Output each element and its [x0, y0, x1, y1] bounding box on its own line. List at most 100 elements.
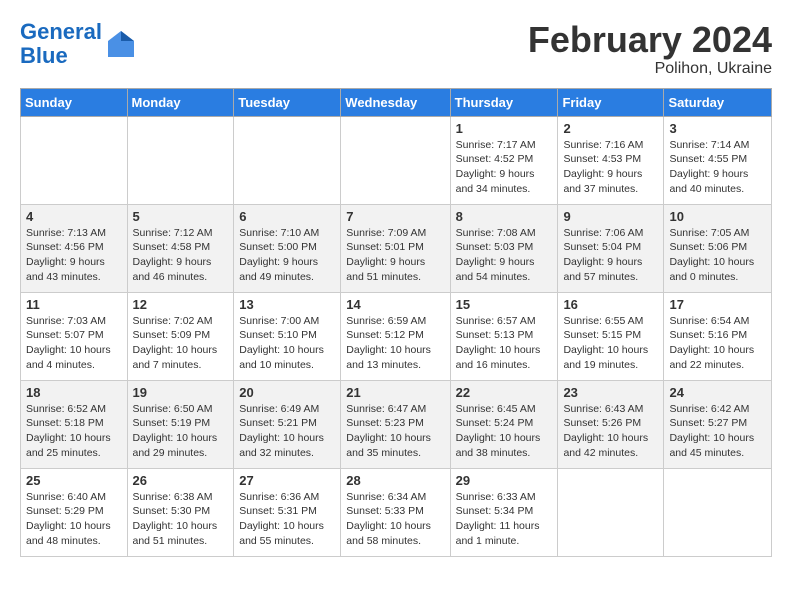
day-number: 7: [346, 209, 444, 224]
weekday-header-sunday: Sunday: [21, 88, 128, 116]
week-row-1: 1 Sunrise: 7:17 AMSunset: 4:52 PMDaylight…: [21, 116, 772, 204]
day-number: 1: [456, 121, 553, 136]
weekday-header-thursday: Thursday: [450, 88, 558, 116]
day-info: Sunrise: 6:54 AMSunset: 5:16 PMDaylight:…: [669, 314, 766, 373]
calendar-title: February 2024: [528, 20, 772, 60]
day-info: Sunrise: 6:42 AMSunset: 5:27 PMDaylight:…: [669, 402, 766, 461]
day-info: Sunrise: 6:38 AMSunset: 5:30 PMDaylight:…: [133, 490, 229, 549]
day-info: Sunrise: 6:47 AMSunset: 5:23 PMDaylight:…: [346, 402, 444, 461]
calendar-cell: 10Sunrise: 7:05 AMSunset: 5:06 PMDayligh…: [664, 204, 772, 292]
calendar-cell: [664, 468, 772, 556]
day-info: Sunrise: 6:50 AMSunset: 5:19 PMDaylight:…: [133, 402, 229, 461]
calendar-cell: 20 Sunrise: 6:49 AMSunset: 5:21 PMDayligh…: [234, 380, 341, 468]
calendar-cell: 1 Sunrise: 7:17 AMSunset: 4:52 PMDaylight…: [450, 116, 558, 204]
day-number: 2: [563, 121, 658, 136]
logo-text: General Blue: [20, 20, 102, 68]
day-info: Sunrise: 6:57 AMSunset: 5:13 PMDaylight:…: [456, 314, 553, 373]
calendar-cell: 23 Sunrise: 6:43 AMSunset: 5:26 PMDayligh…: [558, 380, 664, 468]
day-info: Sunrise: 6:34 AMSunset: 5:33 PMDaylight:…: [346, 490, 444, 549]
day-info: Sunrise: 7:12 AMSunset: 4:58 PMDaylight:…: [133, 226, 229, 285]
day-info: Sunrise: 7:02 AMSunset: 5:09 PMDaylight:…: [133, 314, 229, 373]
day-info: Sunrise: 7:09 AMSunset: 5:01 PMDaylight:…: [346, 226, 444, 285]
day-number: 11: [26, 297, 122, 312]
day-number: 29: [456, 473, 553, 488]
day-number: 12: [133, 297, 229, 312]
calendar-cell: 3 Sunrise: 7:14 AMSunset: 4:55 PMDaylight…: [664, 116, 772, 204]
day-number: 23: [563, 385, 658, 400]
day-info: Sunrise: 7:00 AMSunset: 5:10 PMDaylight:…: [239, 314, 335, 373]
day-info: Sunrise: 6:43 AMSunset: 5:26 PMDaylight:…: [563, 402, 658, 461]
day-number: 21: [346, 385, 444, 400]
calendar-cell: 8 Sunrise: 7:08 AMSunset: 5:03 PMDaylight…: [450, 204, 558, 292]
day-number: 27: [239, 473, 335, 488]
day-info: Sunrise: 6:33 AMSunset: 5:34 PMDaylight:…: [456, 490, 553, 549]
day-info: Sunrise: 7:03 AMSunset: 5:07 PMDaylight:…: [26, 314, 122, 373]
calendar-cell: [341, 116, 450, 204]
calendar-cell: 18Sunrise: 6:52 AMSunset: 5:18 PMDayligh…: [21, 380, 128, 468]
calendar-cell: 21 Sunrise: 6:47 AMSunset: 5:23 PMDayligh…: [341, 380, 450, 468]
weekday-header-tuesday: Tuesday: [234, 88, 341, 116]
calendar-cell: 27Sunrise: 6:36 AMSunset: 5:31 PMDayligh…: [234, 468, 341, 556]
day-number: 3: [669, 121, 766, 136]
day-number: 16: [563, 297, 658, 312]
header: General Blue February 2024 Polihon, Ukra…: [20, 20, 772, 78]
day-number: 4: [26, 209, 122, 224]
calendar-cell: 6 Sunrise: 7:10 AMSunset: 5:00 PMDaylight…: [234, 204, 341, 292]
calendar-subtitle: Polihon, Ukraine: [528, 60, 772, 78]
calendar-cell: 11 Sunrise: 7:03 AMSunset: 5:07 PMDayligh…: [21, 292, 128, 380]
week-row-3: 11 Sunrise: 7:03 AMSunset: 5:07 PMDayligh…: [21, 292, 772, 380]
week-row-2: 4 Sunrise: 7:13 AMSunset: 4:56 PMDaylight…: [21, 204, 772, 292]
day-info: Sunrise: 7:16 AMSunset: 4:53 PMDaylight:…: [563, 138, 658, 197]
day-number: 5: [133, 209, 229, 224]
day-number: 6: [239, 209, 335, 224]
calendar-cell: 2 Sunrise: 7:16 AMSunset: 4:53 PMDaylight…: [558, 116, 664, 204]
weekday-header-wednesday: Wednesday: [341, 88, 450, 116]
weekday-header-row: SundayMondayTuesdayWednesdayThursdayFrid…: [21, 88, 772, 116]
calendar-cell: 5 Sunrise: 7:12 AMSunset: 4:58 PMDaylight…: [127, 204, 234, 292]
day-info: Sunrise: 6:45 AMSunset: 5:24 PMDaylight:…: [456, 402, 553, 461]
logo-blue: Blue: [20, 43, 68, 68]
logo-icon: [106, 29, 136, 59]
calendar-cell: [558, 468, 664, 556]
day-number: 15: [456, 297, 553, 312]
day-info: Sunrise: 6:55 AMSunset: 5:15 PMDaylight:…: [563, 314, 658, 373]
logo: General Blue: [20, 20, 136, 68]
day-number: 20: [239, 385, 335, 400]
day-info: Sunrise: 6:40 AMSunset: 5:29 PMDaylight:…: [26, 490, 122, 549]
day-number: 13: [239, 297, 335, 312]
calendar-cell: 9 Sunrise: 7:06 AMSunset: 5:04 PMDaylight…: [558, 204, 664, 292]
day-number: 22: [456, 385, 553, 400]
day-info: Sunrise: 6:49 AMSunset: 5:21 PMDaylight:…: [239, 402, 335, 461]
calendar-cell: 13 Sunrise: 7:00 AMSunset: 5:10 PMDayligh…: [234, 292, 341, 380]
day-number: 17: [669, 297, 766, 312]
day-number: 8: [456, 209, 553, 224]
week-row-5: 25Sunrise: 6:40 AMSunset: 5:29 PMDayligh…: [21, 468, 772, 556]
calendar-cell: [21, 116, 128, 204]
day-info: Sunrise: 7:17 AMSunset: 4:52 PMDaylight:…: [456, 138, 553, 197]
calendar-cell: 17 Sunrise: 6:54 AMSunset: 5:16 PMDayligh…: [664, 292, 772, 380]
day-info: Sunrise: 7:08 AMSunset: 5:03 PMDaylight:…: [456, 226, 553, 285]
week-row-4: 18Sunrise: 6:52 AMSunset: 5:18 PMDayligh…: [21, 380, 772, 468]
day-number: 24: [669, 385, 766, 400]
calendar-cell: [234, 116, 341, 204]
calendar-cell: 22 Sunrise: 6:45 AMSunset: 5:24 PMDayligh…: [450, 380, 558, 468]
day-info: Sunrise: 7:13 AMSunset: 4:56 PMDaylight:…: [26, 226, 122, 285]
title-block: February 2024 Polihon, Ukraine: [528, 20, 772, 78]
calendar-cell: 14Sunrise: 6:59 AMSunset: 5:12 PMDayligh…: [341, 292, 450, 380]
day-number: 28: [346, 473, 444, 488]
calendar-cell: 15 Sunrise: 6:57 AMSunset: 5:13 PMDayligh…: [450, 292, 558, 380]
calendar-cell: 26 Sunrise: 6:38 AMSunset: 5:30 PMDayligh…: [127, 468, 234, 556]
day-number: 26: [133, 473, 229, 488]
day-info: Sunrise: 7:10 AMSunset: 5:00 PMDaylight:…: [239, 226, 335, 285]
calendar-cell: [127, 116, 234, 204]
calendar-cell: 28 Sunrise: 6:34 AMSunset: 5:33 PMDayligh…: [341, 468, 450, 556]
day-number: 18: [26, 385, 122, 400]
day-number: 14: [346, 297, 444, 312]
calendar-cell: 4 Sunrise: 7:13 AMSunset: 4:56 PMDaylight…: [21, 204, 128, 292]
calendar-table: SundayMondayTuesdayWednesdayThursdayFrid…: [20, 88, 772, 557]
day-info: Sunrise: 7:14 AMSunset: 4:55 PMDaylight:…: [669, 138, 766, 197]
calendar-cell: 7 Sunrise: 7:09 AMSunset: 5:01 PMDaylight…: [341, 204, 450, 292]
calendar-cell: 12 Sunrise: 7:02 AMSunset: 5:09 PMDayligh…: [127, 292, 234, 380]
day-info: Sunrise: 7:06 AMSunset: 5:04 PMDaylight:…: [563, 226, 658, 285]
day-number: 9: [563, 209, 658, 224]
